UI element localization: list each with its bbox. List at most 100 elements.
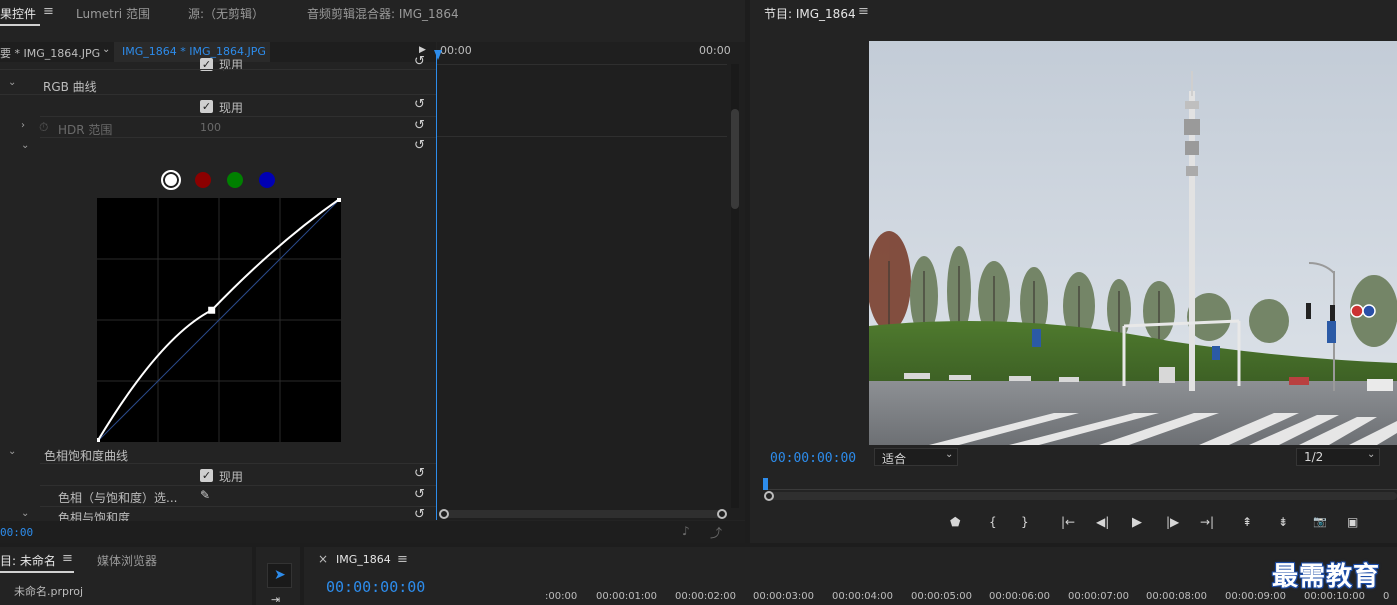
reset-icon[interactable]: ↺ bbox=[414, 118, 425, 133]
channel-blue-button[interactable] bbox=[259, 172, 275, 188]
chevron-down-icon: ⌄ bbox=[945, 449, 954, 460]
ruler-label: 00:00:04:00 bbox=[832, 591, 894, 602]
row-curve-editor: ⌄ ↺ bbox=[0, 138, 436, 159]
ruler-label: 00:00:03:00 bbox=[753, 591, 815, 602]
export-frame-icon[interactable]: 📷 bbox=[1313, 515, 1327, 528]
curve-control-point bbox=[208, 306, 216, 314]
panel-menu-icon[interactable]: ≡ bbox=[43, 4, 54, 19]
selection-tool-button[interactable]: ➤ bbox=[267, 563, 292, 588]
zoom-level-select[interactable]: 适合 ⌄ bbox=[874, 448, 958, 466]
collapse-chevron-icon[interactable]: ⌄ bbox=[8, 446, 16, 457]
go-to-in-icon[interactable]: |← bbox=[1061, 515, 1075, 529]
hdr-range-label: HDR 范围 bbox=[58, 123, 113, 137]
effect-timeline[interactable]: 00:00 00:00 bbox=[434, 42, 745, 520]
effect-controls-timecode[interactable]: 00:00 bbox=[0, 526, 33, 539]
go-to-out-icon[interactable]: →| bbox=[1200, 515, 1214, 529]
program-zoom-bar[interactable] bbox=[764, 491, 1397, 501]
program-preview-image[interactable] bbox=[869, 41, 1397, 445]
reset-icon[interactable]: ↺ bbox=[414, 138, 425, 153]
track-select-tool-icon[interactable]: ⇥ bbox=[271, 593, 280, 605]
row-hdr-range: › ⏱ HDR 范围 100 ↺ bbox=[0, 117, 436, 138]
reset-icon[interactable]: ↺ bbox=[414, 97, 425, 112]
ruler-label: :00:00 bbox=[545, 591, 578, 602]
panel-menu-icon[interactable]: ≡ bbox=[858, 4, 869, 19]
rgb-curves-label: RGB 曲线 bbox=[43, 80, 97, 94]
hdr-range-value: 100 bbox=[200, 121, 221, 134]
clip-dropdown-chevron-icon[interactable]: ⌄ bbox=[102, 44, 110, 55]
effect-controls-tabbar: 果控件 ≡ Lumetri 范围 源:（无剪辑） 音频剪辑混合器: IMG_18… bbox=[0, 0, 745, 26]
row-rgb-curves[interactable]: ⌄ RGB 曲线 bbox=[0, 74, 436, 95]
horizontal-zoom-bar[interactable] bbox=[439, 509, 727, 519]
vertical-scrollbar-thumb[interactable] bbox=[731, 109, 739, 209]
row-hue-vs-sat-selector: 色相（与饱和度）选... ✎ ↺ bbox=[0, 486, 436, 507]
close-sequence-icon[interactable]: × bbox=[318, 552, 328, 566]
effect-controls-panel: 果控件 ≡ Lumetri 范围 源:（无剪辑） 音频剪辑混合器: IMG_18… bbox=[0, 0, 745, 543]
play-icon[interactable]: ▶ bbox=[1132, 515, 1142, 530]
channel-red-button[interactable] bbox=[195, 172, 211, 188]
enable-label: 现用 bbox=[219, 101, 244, 115]
enable-checkbox[interactable]: ✓ bbox=[200, 469, 213, 482]
row-hue-sat-curves[interactable]: ⌄ 色相饱和度曲线 bbox=[0, 443, 436, 464]
mark-out-icon[interactable]: } bbox=[1021, 515, 1029, 529]
zoom-handle-left[interactable] bbox=[439, 509, 449, 519]
program-playhead-icon[interactable] bbox=[763, 478, 768, 490]
tab-audio-clip-mixer[interactable]: 音频剪辑混合器: IMG_1864 bbox=[307, 5, 459, 22]
collapse-chevron-icon[interactable]: ⌄ bbox=[21, 140, 29, 151]
watermark-text: 最需教育 bbox=[1272, 562, 1381, 592]
enable-checkbox[interactable]: ✓ bbox=[200, 100, 213, 113]
reset-icon[interactable]: ↺ bbox=[414, 487, 425, 502]
audio-only-icon[interactable]: ♪ bbox=[682, 524, 690, 538]
reset-icon[interactable]: ↺ bbox=[414, 54, 425, 69]
timeline-start-time: 00:00 bbox=[440, 44, 472, 57]
program-time-ruler[interactable] bbox=[764, 478, 1397, 490]
active-clip-label: IMG_1864 * IMG_1864.JPG bbox=[122, 45, 266, 58]
tab-sequence[interactable]: IMG_1864 bbox=[336, 553, 391, 566]
add-marker-icon[interactable]: ⬟ bbox=[950, 515, 960, 529]
zoom-level-value: 适合 bbox=[882, 452, 907, 466]
extract-icon[interactable]: ⇟ bbox=[1278, 515, 1288, 529]
stopwatch-icon[interactable]: ⏱ bbox=[39, 120, 48, 135]
ruler-label: 00:00:06:00 bbox=[989, 591, 1051, 602]
eyedropper-icon[interactable]: ✎ bbox=[200, 488, 210, 502]
vertical-scrollbar[interactable] bbox=[731, 64, 739, 508]
row-hue-sat-enable: ✓ 现用 ↺ bbox=[0, 465, 436, 486]
rgb-curve-graph[interactable] bbox=[97, 198, 341, 442]
hue-sat-curves-label: 色相饱和度曲线 bbox=[44, 449, 129, 463]
tab-source[interactable]: 源:（无剪辑） bbox=[188, 5, 264, 22]
collapse-chevron-icon[interactable]: ⌄ bbox=[21, 508, 29, 519]
reset-icon[interactable]: ↺ bbox=[414, 466, 425, 481]
collapse-chevron-icon[interactable]: ⌄ bbox=[8, 77, 16, 88]
mark-in-icon[interactable]: { bbox=[989, 515, 997, 529]
program-timecode[interactable]: 00:00:00:00 bbox=[770, 451, 856, 466]
compare-view-icon[interactable]: ▣ bbox=[1347, 515, 1358, 529]
row-rgb-enable: ✓ 现用 ↺ bbox=[0, 96, 436, 117]
panel-menu-icon[interactable]: ≡ bbox=[397, 552, 408, 567]
tab-project[interactable]: 目: 未命名 bbox=[0, 552, 56, 569]
channel-green-button[interactable] bbox=[227, 172, 243, 188]
enable-label-top: 现用 bbox=[219, 58, 244, 72]
playback-resolution-select[interactable]: 1/2 ⌄ bbox=[1296, 448, 1380, 466]
zoom-handle-left[interactable] bbox=[764, 491, 774, 501]
step-forward-icon[interactable]: |▶ bbox=[1166, 515, 1179, 529]
project-file-name[interactable]: 未命名.prproj bbox=[14, 583, 83, 599]
lift-icon[interactable]: ⇞ bbox=[1242, 515, 1252, 529]
tools-panel: ➤ ⇥ bbox=[256, 547, 300, 605]
sequence-timecode[interactable]: 00:00:00:00 bbox=[326, 578, 425, 596]
tab-media-browser[interactable]: 媒体浏览器 bbox=[97, 552, 157, 569]
program-monitor-title[interactable]: 节目: IMG_1864 bbox=[764, 5, 856, 22]
export-icon[interactable]: ⤴ bbox=[710, 524, 722, 541]
expand-chevron-icon[interactable]: › bbox=[21, 120, 25, 131]
reset-icon[interactable]: ↺ bbox=[414, 507, 425, 522]
panel-menu-icon[interactable]: ≡ bbox=[62, 551, 73, 566]
row-hue-vs-sat: ⌄ 色相与饱和度 ↺ bbox=[0, 507, 436, 525]
tab-lumetri-scopes[interactable]: Lumetri 范围 bbox=[76, 5, 150, 22]
zoom-handle-right[interactable] bbox=[717, 509, 727, 519]
curve-endpoint-bottom bbox=[97, 438, 100, 442]
playhead-line[interactable] bbox=[436, 50, 437, 520]
playback-resolution-value: 1/2 bbox=[1304, 450, 1324, 464]
step-back-icon[interactable]: ◀| bbox=[1096, 515, 1109, 529]
program-monitor-panel: 节目: IMG_1864 ≡ 00:00:00:00 适合 ⌄ 1/2 ⌄ ⬟ … bbox=[750, 0, 1397, 543]
tab-effect-controls[interactable]: 果控件 bbox=[0, 5, 36, 22]
channel-white-button[interactable] bbox=[161, 170, 181, 190]
program-monitor-tabbar: 节目: IMG_1864 ≡ bbox=[750, 0, 1397, 26]
